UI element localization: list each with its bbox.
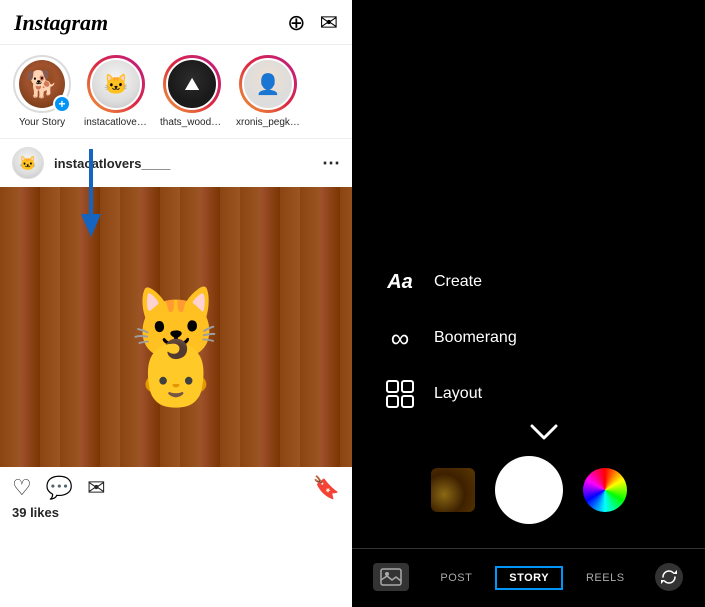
create-option[interactable]: Aa Create [382, 264, 675, 300]
post-header: 🐱 instacatlovers____ ⋯ [0, 139, 352, 187]
thats-wood-label: thats_wood_... [160, 117, 224, 128]
flip-camera-icon [655, 563, 683, 591]
xronis-avatar: 👤 [242, 58, 294, 110]
nav-gallery[interactable] [365, 559, 417, 597]
instagram-logo: Instagram [14, 10, 108, 36]
post-actions-bar: ♡ 💬 ✉ 🔖 [0, 467, 352, 505]
create-label: Create [434, 273, 482, 291]
gallery-nav-icon [373, 563, 409, 591]
nav-flip-camera[interactable] [647, 559, 691, 597]
shutter-inner [501, 462, 557, 518]
baby-emoji: 👶 [136, 341, 216, 405]
bookmark-button[interactable]: 🔖 [313, 475, 340, 501]
xronis-avatar-wrap: 👤 [239, 55, 297, 113]
thats-wood-avatar-wrap: ⛰ [163, 55, 221, 113]
your-story-label: Your Story [19, 117, 65, 128]
messenger-button[interactable]: ✉ [320, 10, 338, 36]
create-icon: Aa [382, 264, 418, 300]
stories-row: 🐕 + Your Story 🐱 instacatlovers... ⛰ tha [0, 45, 352, 139]
instacatlovers-avatar-wrap: 🐱 [87, 55, 145, 113]
story-item-instacatlovers[interactable]: 🐱 instacatlovers... [84, 55, 148, 128]
blue-arrow-annotation [76, 149, 106, 239]
share-button[interactable]: ✉ [87, 475, 105, 501]
story-item-xronis[interactable]: 👤 xronis_pegk_... [236, 55, 300, 128]
nav-story[interactable]: STORY [495, 566, 563, 590]
instacatlovers-label: instacatlovers... [84, 117, 148, 128]
camera-controls [352, 442, 705, 538]
nav-post[interactable]: POST [432, 568, 480, 588]
boomerang-label: Boomerang [434, 329, 517, 347]
gallery-thumbnail[interactable] [431, 468, 475, 512]
boomerang-icon: ∞ [382, 320, 418, 356]
header-actions: ⊕ ✉ [287, 10, 338, 36]
camera-right-content: Aa Create ∞ Boomerang [352, 0, 705, 548]
thats-wood-avatar: ⛰ [166, 58, 218, 110]
color-filter-button[interactable] [583, 468, 627, 512]
story-item-your-story[interactable]: 🐕 + Your Story [12, 55, 72, 128]
new-post-button[interactable]: ⊕ [287, 10, 305, 36]
post-more-button[interactable]: ⋯ [322, 153, 340, 174]
instacatlovers-avatar: 🐱 [90, 58, 142, 110]
layout-option[interactable]: Layout [382, 376, 675, 412]
instacatlovers-ring: 🐱 [87, 55, 145, 113]
camera-story-panel: Aa Create ∞ Boomerang [352, 0, 705, 607]
boomerang-option[interactable]: ∞ Boomerang [382, 320, 675, 356]
story-item-thats-wood[interactable]: ⛰ thats_wood_... [160, 55, 224, 128]
feed-header: Instagram ⊕ ✉ [0, 0, 352, 45]
post-image: 🐱 👶 [0, 187, 352, 467]
instagram-feed-panel: Instagram ⊕ ✉ 🐕 + Your Story 🐱 inst [0, 0, 352, 607]
post-author-avatar: 🐱 [12, 147, 44, 179]
camera-options-list: Aa Create ∞ Boomerang [352, 244, 705, 432]
comment-button[interactable]: 💬 [46, 475, 73, 501]
camera-bottom-nav: POST STORY REELS [352, 548, 705, 607]
like-button[interactable]: ♡ [12, 475, 32, 501]
layout-icon [382, 376, 418, 412]
xronis-ring: 👤 [239, 55, 297, 113]
shutter-button[interactable] [495, 456, 563, 524]
thats-wood-ring: ⛰ [163, 55, 221, 113]
chevron-down-icon[interactable] [352, 424, 705, 442]
your-story-avatar-wrap: 🐕 + [13, 55, 71, 113]
add-story-button[interactable]: + [53, 95, 71, 113]
xronis-label: xronis_pegk_... [236, 117, 300, 128]
likes-count: 39 likes [0, 505, 352, 526]
nav-reels[interactable]: REELS [578, 568, 633, 588]
layout-label: Layout [434, 385, 482, 403]
